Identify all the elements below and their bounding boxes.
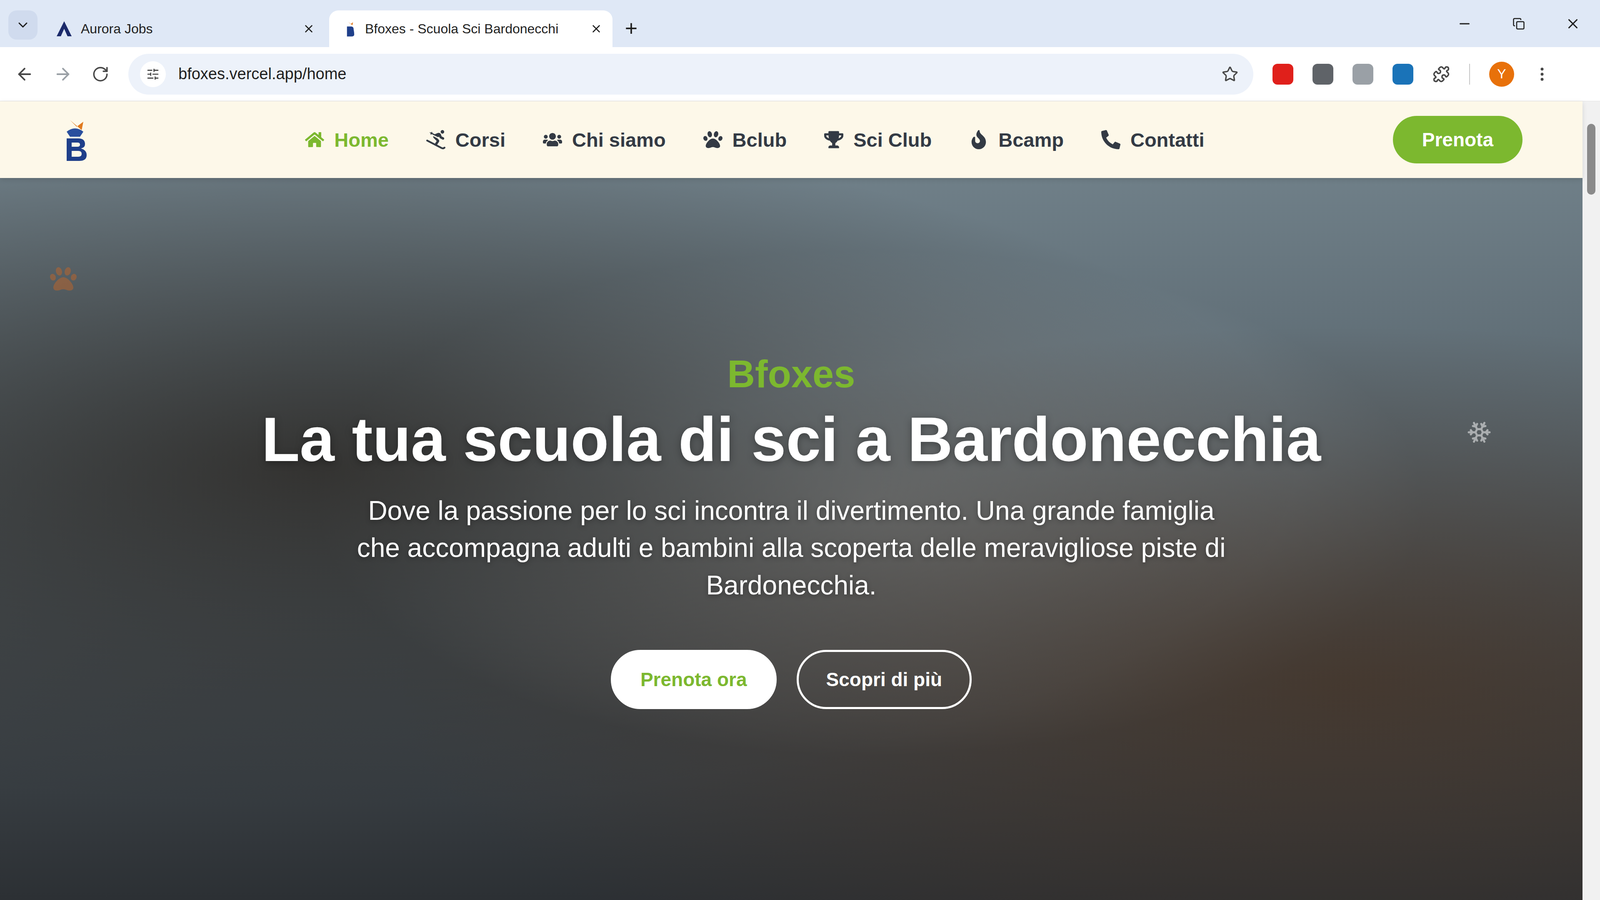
- extension-icon[interactable]: [1312, 63, 1334, 85]
- toolbar-divider: [1469, 63, 1470, 85]
- hero-kicker: Bfoxes: [727, 352, 856, 395]
- site-settings-icon: [146, 67, 160, 81]
- hero-subtitle: Dove la passione per lo sci incontra il …: [349, 492, 1233, 605]
- arrow-right-icon: [53, 64, 73, 84]
- nav-item[interactable]: Sci Club: [824, 128, 932, 152]
- snowflake-icon: [1466, 419, 1492, 445]
- forward-button[interactable]: [53, 64, 73, 84]
- restore-button[interactable]: [1491, 0, 1546, 48]
- browser-window: Aurora Jobs Bfoxes - Scuola Sci Bardonecc…: [0, 0, 1600, 900]
- extension-icon[interactable]: [1352, 63, 1374, 85]
- page-viewport: Home Corsi Chi siamo Bclub Sci Club Bcamp Cont…: [0, 101, 1600, 900]
- site-logo[interactable]: [58, 116, 92, 163]
- profile-avatar[interactable]: Y: [1489, 61, 1515, 87]
- bookmark-star-icon[interactable]: [1221, 65, 1239, 83]
- browser-tab[interactable]: Aurora Jobs: [41, 10, 325, 48]
- close-icon[interactable]: [302, 22, 315, 35]
- web-page: Home Corsi Chi siamo Bclub Sci Club Bcamp Cont…: [0, 101, 1583, 900]
- close-icon[interactable]: [590, 22, 603, 35]
- browser-toolbar: bfoxes.vercel.app/home Y: [0, 47, 1600, 102]
- hero-buttons: Prenota ora Scopri di più: [610, 649, 972, 709]
- book-button[interactable]: Prenota: [1392, 115, 1523, 164]
- back-button[interactable]: [15, 64, 35, 84]
- address-bar[interactable]: bfoxes.vercel.app/home: [128, 53, 1254, 95]
- nav-item[interactable]: Bclub: [703, 128, 788, 152]
- paw-decoration: [50, 265, 77, 294]
- nav-item[interactable]: Corsi: [426, 128, 506, 152]
- nav-item[interactable]: Bcamp: [969, 128, 1064, 152]
- extensions-button[interactable]: [1432, 65, 1450, 83]
- snowflake-decoration: [1466, 419, 1492, 447]
- nav-item[interactable]: Chi siamo: [542, 128, 666, 152]
- close-icon: [1565, 15, 1581, 32]
- menu-button[interactable]: [1533, 65, 1551, 83]
- paw-icon: [50, 265, 77, 293]
- extension-icon[interactable]: [1392, 63, 1414, 85]
- window-controls: [1437, 0, 1600, 48]
- bfoxes-favicon-icon: [343, 20, 357, 38]
- tab-label: Bfoxes - Scuola Sci Bardonecchi: [365, 21, 582, 37]
- arrow-left-icon: [15, 64, 35, 84]
- hero-button[interactable]: Prenota ora: [610, 649, 777, 709]
- hero-title: La tua scuola di sci a Bardonecchia: [261, 403, 1322, 476]
- nav-item-icon: [542, 130, 563, 150]
- nav-item-icon: [426, 130, 446, 150]
- reload-button[interactable]: [91, 65, 110, 83]
- site-info-button[interactable]: [140, 61, 166, 88]
- close-window-button[interactable]: [1545, 0, 1600, 48]
- hero-button[interactable]: Scopri di più: [796, 649, 973, 709]
- nav-item-icon: [703, 130, 723, 150]
- more-vertical-icon: [1533, 65, 1551, 83]
- tab-search-button[interactable]: [8, 10, 38, 40]
- aurora-logo-icon: [55, 20, 73, 38]
- chevron-down-icon: [15, 17, 31, 33]
- extension-icon[interactable]: [1272, 63, 1294, 85]
- reload-icon: [91, 65, 110, 83]
- bfoxes-logo-icon: [58, 116, 92, 163]
- tab-label: Aurora Jobs: [80, 21, 295, 37]
- scrollbar-thumb[interactable]: [1587, 123, 1596, 195]
- hero-section: Bfoxes La tua scuola di sci a Bardonecchi…: [0, 177, 1583, 900]
- nav-item-icon: [1101, 130, 1121, 150]
- tab-bar: Aurora Jobs Bfoxes - Scuola Sci Bardonecc…: [0, 0, 1600, 48]
- nav-item[interactable]: Home: [305, 128, 389, 152]
- extensions-bar: Y: [1272, 61, 1551, 87]
- page-scrollbar[interactable]: [1582, 101, 1600, 900]
- minimize-button[interactable]: [1437, 0, 1492, 48]
- nav-item[interactable]: Contatti: [1101, 128, 1205, 152]
- nav-item-icon: [969, 130, 989, 150]
- nav-menu: Home Corsi Chi siamo Bclub Sci Club Bcamp Cont…: [91, 128, 1393, 152]
- restore-icon: [1512, 17, 1525, 30]
- new-tab-button[interactable]: +: [616, 13, 646, 43]
- nav-item-icon: [824, 130, 844, 150]
- url-text[interactable]: bfoxes.vercel.app/home: [178, 65, 1210, 83]
- puzzle-icon: [1432, 65, 1450, 83]
- site-navbar: Home Corsi Chi siamo Bclub Sci Club Bcamp Cont…: [0, 101, 1583, 178]
- minimize-icon: [1457, 16, 1473, 32]
- browser-tab[interactable]: Bfoxes - Scuola Sci Bardonecchi: [329, 10, 613, 48]
- nav-item-icon: [305, 130, 325, 150]
